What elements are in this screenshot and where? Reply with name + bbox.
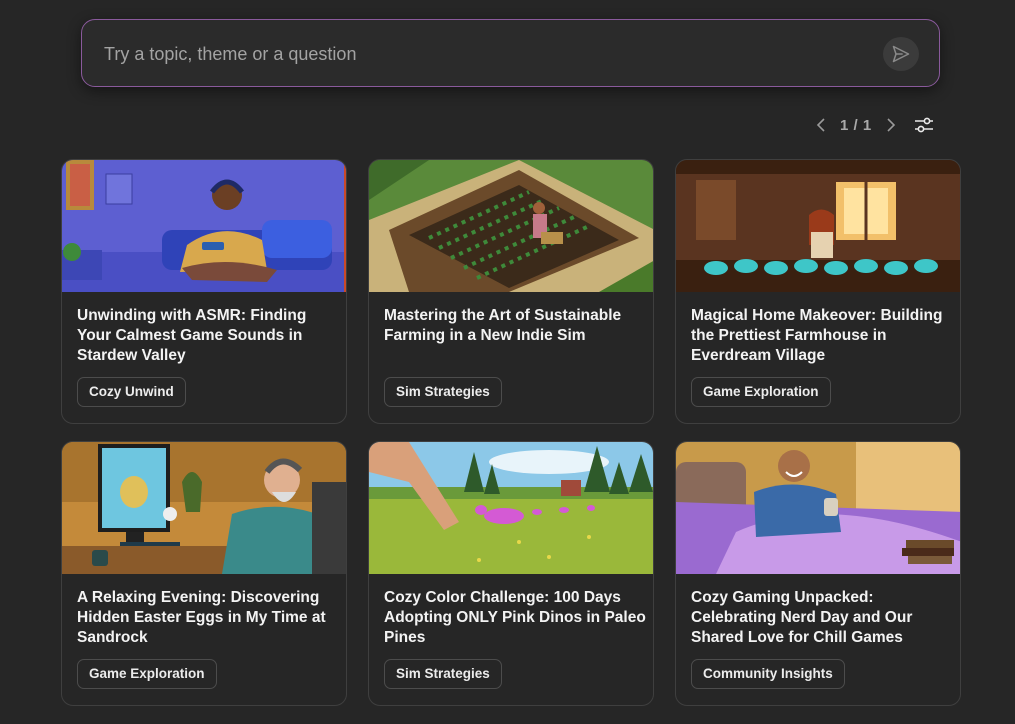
category-tag[interactable]: Sim Strategies: [384, 659, 502, 689]
card-thumbnail: [62, 160, 346, 292]
search-input[interactable]: [102, 37, 866, 71]
card-title: Mastering the Art of Sustainable Farming…: [384, 307, 622, 344]
article-card[interactable]: Unwinding with ASMR: Finding Your Calmes…: [61, 159, 347, 424]
page-indicator: 1 / 1: [840, 116, 872, 134]
send-button[interactable]: [883, 37, 919, 71]
card-title: Cozy Gaming Unpacked: Celebrating Nerd D…: [691, 589, 913, 646]
card-title: Magical Home Makeover: Building the Pret…: [691, 307, 943, 364]
card-title: Cozy Color Challenge: 100 Days Adopting …: [384, 589, 646, 646]
card-thumbnail: [62, 442, 346, 574]
card-thumbnail: [676, 160, 960, 292]
article-card[interactable]: Mastering the Art of Sustainable Farming…: [368, 159, 654, 424]
article-card[interactable]: Cozy Color Challenge: 100 Days Adopting …: [368, 441, 654, 706]
category-tag[interactable]: Cozy Unwind: [77, 377, 186, 407]
card-title: Unwinding with ASMR: Finding Your Calmes…: [77, 307, 307, 364]
chevron-right-icon: [887, 118, 895, 132]
card-title: A Relaxing Evening: Discovering Hidden E…: [77, 589, 326, 646]
article-card[interactable]: Magical Home Makeover: Building the Pret…: [675, 159, 961, 424]
category-tag[interactable]: Community Insights: [691, 659, 845, 689]
sliders-icon: [915, 117, 933, 133]
previous-page-button[interactable]: [812, 113, 832, 137]
article-card[interactable]: Cozy Gaming Unpacked: Celebrating Nerd D…: [675, 441, 961, 706]
filter-button[interactable]: [912, 113, 936, 137]
category-tag[interactable]: Sim Strategies: [384, 377, 502, 407]
search-bar: [81, 19, 940, 87]
category-tag[interactable]: Game Exploration: [77, 659, 217, 689]
card-thumbnail: [676, 442, 960, 574]
article-card[interactable]: A Relaxing Evening: Discovering Hidden E…: [61, 441, 347, 706]
card-thumbnail: [369, 442, 653, 574]
chevron-left-icon: [816, 118, 825, 132]
category-tag[interactable]: Game Exploration: [691, 377, 831, 407]
send-icon: [892, 45, 910, 63]
card-thumbnail: [369, 160, 653, 292]
pagination: 1 / 1: [812, 113, 900, 137]
next-page-button[interactable]: [880, 113, 900, 137]
